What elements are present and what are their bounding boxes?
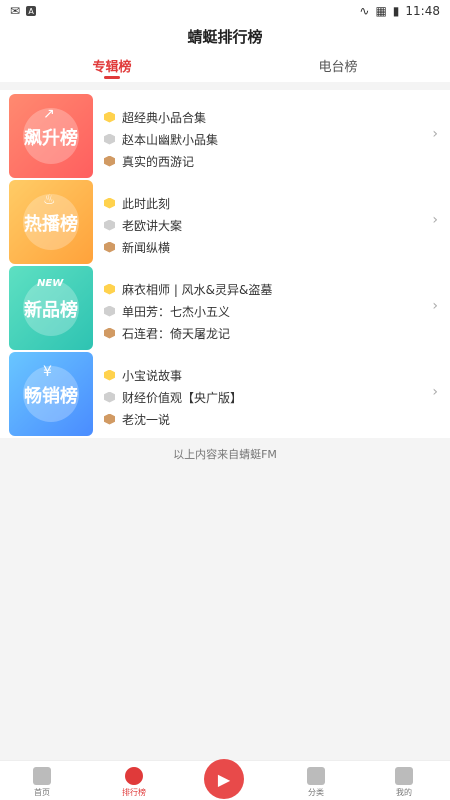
nav-rank[interactable]: 排行榜 [104,767,164,798]
list-item[interactable]: 新闻纵横 [104,236,182,258]
play-icon: ▶ [217,769,231,789]
tab-underline [104,76,120,79]
list-item[interactable]: 老欧讲大案 [104,214,182,236]
flame-icon: ♨ [43,192,56,208]
home-icon [33,767,51,785]
nav-category-label: 分类 [308,788,324,797]
user-icon [395,767,413,785]
ranking-items: 超经典小品合集 赵本山幽默小品集 真实的西游记 [104,106,218,172]
silver-rank-icon [104,133,115,145]
ranking-card-soaring[interactable]: ↗ 飙升榜 [9,94,93,178]
item-title: 真实的西游记 [122,154,195,169]
tab-album-ranking[interactable]: 专辑榜 [52,56,172,79]
list-item[interactable]: 麻衣相师 | 风水&灵异&盗墓 [104,278,272,300]
ranking-items: 此时此刻 老欧讲大案 新闻纵横 [104,192,182,258]
item-title: 财经价值观【央广版】 [122,390,243,405]
signal-icon: ▦ [375,4,387,18]
list-item[interactable]: 小宝说故事 [104,364,242,386]
item-title: 小宝说故事 [122,368,183,383]
battery-icon: ▮ [392,4,400,18]
chevron-right-icon[interactable]: › [432,298,438,314]
ranking-card-hot[interactable]: ♨ 热播榜 [9,180,93,264]
bronze-rank-icon [104,327,115,339]
ranking-items: 小宝说故事 财经价值观【央广版】 老沈一说 [104,364,242,430]
a-icon: A [26,6,37,16]
silver-rank-icon [104,219,115,231]
gold-rank-icon [104,197,115,209]
chevron-right-icon[interactable]: › [432,384,438,400]
nav-mine-label: 我的 [396,788,412,797]
item-title: 石连君：倚天屠龙记 [122,326,231,341]
new-badge-icon: NEW [37,278,64,289]
nav-home[interactable]: 首页 [12,767,72,798]
silver-rank-icon [104,305,115,317]
nav-category[interactable]: 分类 [286,767,346,798]
bronze-rank-icon [104,413,115,425]
nav-home-label: 首页 [34,788,50,797]
status-right: ∿ ▦ ▮ 11:48 [359,4,440,18]
ranking-card-label: 热播榜 [24,214,78,235]
ranking-items: 麻衣相师 | 风水&灵异&盗墓 单田芳：七杰小五义 石连君：倚天屠龙记 [104,278,272,344]
wifi-icon: ∿ [359,4,370,18]
ranking-card-bestseller[interactable]: ¥ 畅销榜 [9,352,93,436]
status-left: ✉ A [10,4,37,18]
trend-up-icon: ↗ [43,106,55,122]
status-bar: ✉ A ∿ ▦ ▮ 11:48 [0,0,450,22]
item-title: 赵本山幽默小品集 [122,132,219,147]
ranking-row-hot[interactable]: ♨ 热播榜 此时此刻 老欧讲大案 新闻纵横 › [0,178,450,264]
item-title: 此时此刻 [122,196,171,211]
chevron-right-icon[interactable]: › [432,126,438,142]
tab-album-label: 专辑榜 [92,60,132,75]
play-button[interactable]: ▶ [204,759,244,799]
ranking-row-bestseller[interactable]: ¥ 畅销榜 小宝说故事 财经价值观【央广版】 老沈一说 › [0,350,450,436]
ranking-card-label: 飙升榜 [24,128,78,149]
item-title: 老欧讲大案 [122,218,183,233]
gold-rank-icon [104,283,115,295]
tab-bar: 专辑榜 电台榜 [0,56,450,82]
nav-rank-label: 排行榜 [122,788,146,797]
chevron-right-icon[interactable]: › [432,212,438,228]
ranking-list: ↗ 飙升榜 超经典小品合集 赵本山幽默小品集 真实的西游记 › ♨ 热播榜 此时… [0,90,450,438]
status-time: 11:48 [405,4,440,18]
bronze-rank-icon [104,155,115,167]
ranking-row-soaring[interactable]: ↗ 飙升榜 超经典小品合集 赵本山幽默小品集 真实的西游记 › [0,92,450,178]
list-item[interactable]: 单田芳：七杰小五义 [104,300,272,322]
list-item[interactable]: 真实的西游记 [104,150,218,172]
tab-radio-label: 电台榜 [318,60,358,75]
gold-rank-icon [104,111,115,123]
item-title: 新闻纵横 [122,240,171,255]
page-title: 蜻蜓排行榜 [187,28,263,46]
yen-coin-icon: ¥ [43,364,52,380]
tab-radio-ranking[interactable]: 电台榜 [278,56,398,75]
item-title: 单田芳：七杰小五义 [122,304,231,319]
ranking-card-new[interactable]: NEW 新品榜 [9,266,93,350]
nav-mine[interactable]: 我的 [374,767,434,798]
trophy-icon [125,767,143,785]
ranking-card-label: 畅销榜 [24,386,78,407]
list-item[interactable]: 赵本山幽默小品集 [104,128,218,150]
ranking-row-new[interactable]: NEW 新品榜 麻衣相师 | 风水&灵异&盗墓 单田芳：七杰小五义 石连君：倚天… [0,264,450,350]
list-item[interactable]: 石连君：倚天屠龙记 [104,322,272,344]
header: 蜻蜓排行榜 专辑榜 电台榜 [0,22,450,82]
list-item[interactable]: 老沈一说 [104,408,242,430]
grid-icon [307,767,325,785]
app-notification-icon: ✉ [10,4,21,18]
footer-note: 以上内容来自蜻蜓FM [173,448,277,461]
silver-rank-icon [104,391,115,403]
list-item[interactable]: 超经典小品合集 [104,106,218,128]
list-item[interactable]: 财经价值观【央广版】 [104,386,242,408]
bronze-rank-icon [104,241,115,253]
item-title: 超经典小品合集 [122,110,207,125]
bottom-nav: 首页 排行榜 ▶ 分类 我的 [0,759,450,800]
list-item[interactable]: 此时此刻 [104,192,182,214]
gold-rank-icon [104,369,115,381]
ranking-card-label: 新品榜 [24,300,78,321]
item-title: 麻衣相师 | 风水&灵异&盗墓 [122,282,273,297]
item-title: 老沈一说 [122,412,171,427]
